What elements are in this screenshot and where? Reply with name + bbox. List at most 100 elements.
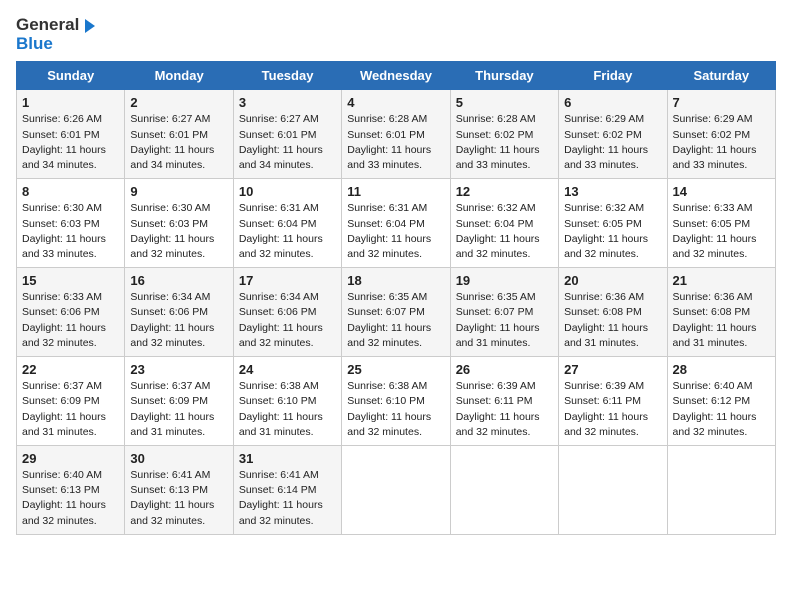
day-header-wednesday: Wednesday	[342, 62, 450, 90]
day-number: 19	[456, 273, 553, 288]
calendar-cell: 14 Sunrise: 6:33 AM Sunset: 6:05 PM Dayli…	[667, 179, 775, 268]
day-number: 8	[22, 184, 119, 199]
day-info: Sunrise: 6:35 AM Sunset: 6:07 PM Dayligh…	[456, 290, 553, 351]
day-info: Sunrise: 6:41 AM Sunset: 6:14 PM Dayligh…	[239, 468, 336, 529]
day-info: Sunrise: 6:34 AM Sunset: 6:06 PM Dayligh…	[239, 290, 336, 351]
day-info: Sunrise: 6:40 AM Sunset: 6:12 PM Dayligh…	[673, 379, 770, 440]
calendar-cell: 28 Sunrise: 6:40 AM Sunset: 6:12 PM Dayli…	[667, 357, 775, 446]
calendar-week-3: 15Sunrise: 6:33 AM Sunset: 6:06 PM Dayli…	[17, 268, 776, 357]
calendar-cell: 10Sunrise: 6:31 AM Sunset: 6:04 PM Dayli…	[233, 179, 341, 268]
day-info: Sunrise: 6:35 AM Sunset: 6:07 PM Dayligh…	[347, 290, 444, 351]
day-info: Sunrise: 6:39 AM Sunset: 6:11 PM Dayligh…	[456, 379, 553, 440]
calendar-cell: 8 Sunrise: 6:30 AM Sunset: 6:03 PM Daylig…	[17, 179, 125, 268]
day-header-friday: Friday	[559, 62, 667, 90]
calendar-cell: 26 Sunrise: 6:39 AM Sunset: 6:11 PM Dayli…	[450, 357, 558, 446]
day-info: Sunrise: 6:28 AM Sunset: 6:01 PM Dayligh…	[347, 112, 444, 173]
calendar-cell: 17Sunrise: 6:34 AM Sunset: 6:06 PM Dayli…	[233, 268, 341, 357]
calendar-cell	[667, 445, 775, 534]
day-number: 7	[673, 95, 770, 110]
day-info: Sunrise: 6:33 AM Sunset: 6:05 PM Dayligh…	[673, 201, 770, 262]
day-number: 24	[239, 362, 336, 377]
day-number: 18	[347, 273, 444, 288]
day-number: 21	[673, 273, 770, 288]
calendar-cell: 19 Sunrise: 6:35 AM Sunset: 6:07 PM Dayli…	[450, 268, 558, 357]
day-info: Sunrise: 6:27 AM Sunset: 6:01 PM Dayligh…	[239, 112, 336, 173]
calendar-cell	[342, 445, 450, 534]
page-header: General Blue	[16, 16, 776, 53]
calendar-table: SundayMondayTuesdayWednesdayThursdayFrid…	[16, 61, 776, 534]
calendar-body: 1 Sunrise: 6:26 AM Sunset: 6:01 PM Daylig…	[17, 90, 776, 534]
day-header-tuesday: Tuesday	[233, 62, 341, 90]
calendar-cell	[450, 445, 558, 534]
calendar-cell: 1 Sunrise: 6:26 AM Sunset: 6:01 PM Daylig…	[17, 90, 125, 179]
calendar-cell: 13 Sunrise: 6:32 AM Sunset: 6:05 PM Dayli…	[559, 179, 667, 268]
day-number: 1	[22, 95, 119, 110]
day-info: Sunrise: 6:31 AM Sunset: 6:04 PM Dayligh…	[239, 201, 336, 262]
calendar-cell: 11Sunrise: 6:31 AM Sunset: 6:04 PM Dayli…	[342, 179, 450, 268]
calendar-week-2: 8 Sunrise: 6:30 AM Sunset: 6:03 PM Daylig…	[17, 179, 776, 268]
day-info: Sunrise: 6:37 AM Sunset: 6:09 PM Dayligh…	[22, 379, 119, 440]
calendar-week-5: 29 Sunrise: 6:40 AM Sunset: 6:13 PM Dayli…	[17, 445, 776, 534]
calendar-cell: 27Sunrise: 6:39 AM Sunset: 6:11 PM Dayli…	[559, 357, 667, 446]
calendar-cell: 24 Sunrise: 6:38 AM Sunset: 6:10 PM Dayli…	[233, 357, 341, 446]
calendar-header-row: SundayMondayTuesdayWednesdayThursdayFrid…	[17, 62, 776, 90]
day-number: 25	[347, 362, 444, 377]
day-number: 3	[239, 95, 336, 110]
calendar-cell: 30Sunrise: 6:41 AM Sunset: 6:13 PM Dayli…	[125, 445, 233, 534]
day-header-thursday: Thursday	[450, 62, 558, 90]
calendar-cell: 16 Sunrise: 6:34 AM Sunset: 6:06 PM Dayli…	[125, 268, 233, 357]
calendar-cell: 9Sunrise: 6:30 AM Sunset: 6:03 PM Daylig…	[125, 179, 233, 268]
day-number: 30	[130, 451, 227, 466]
day-number: 13	[564, 184, 661, 199]
calendar-cell: 29 Sunrise: 6:40 AM Sunset: 6:13 PM Dayli…	[17, 445, 125, 534]
calendar-cell: 15Sunrise: 6:33 AM Sunset: 6:06 PM Dayli…	[17, 268, 125, 357]
day-header-saturday: Saturday	[667, 62, 775, 90]
day-info: Sunrise: 6:38 AM Sunset: 6:10 PM Dayligh…	[239, 379, 336, 440]
calendar-cell: 2Sunrise: 6:27 AM Sunset: 6:01 PM Daylig…	[125, 90, 233, 179]
day-info: Sunrise: 6:30 AM Sunset: 6:03 PM Dayligh…	[22, 201, 119, 262]
day-info: Sunrise: 6:32 AM Sunset: 6:04 PM Dayligh…	[456, 201, 553, 262]
day-info: Sunrise: 6:39 AM Sunset: 6:11 PM Dayligh…	[564, 379, 661, 440]
day-info: Sunrise: 6:40 AM Sunset: 6:13 PM Dayligh…	[22, 468, 119, 529]
day-info: Sunrise: 6:33 AM Sunset: 6:06 PM Dayligh…	[22, 290, 119, 351]
calendar-cell: 12 Sunrise: 6:32 AM Sunset: 6:04 PM Dayli…	[450, 179, 558, 268]
day-number: 28	[673, 362, 770, 377]
day-info: Sunrise: 6:26 AM Sunset: 6:01 PM Dayligh…	[22, 112, 119, 173]
day-number: 16	[130, 273, 227, 288]
day-info: Sunrise: 6:32 AM Sunset: 6:05 PM Dayligh…	[564, 201, 661, 262]
day-info: Sunrise: 6:34 AM Sunset: 6:06 PM Dayligh…	[130, 290, 227, 351]
calendar-cell: 25 Sunrise: 6:38 AM Sunset: 6:10 PM Dayli…	[342, 357, 450, 446]
day-header-monday: Monday	[125, 62, 233, 90]
calendar-cell: 7 Sunrise: 6:29 AM Sunset: 6:02 PM Daylig…	[667, 90, 775, 179]
day-number: 23	[130, 362, 227, 377]
day-info: Sunrise: 6:28 AM Sunset: 6:02 PM Dayligh…	[456, 112, 553, 173]
day-info: Sunrise: 6:29 AM Sunset: 6:02 PM Dayligh…	[564, 112, 661, 173]
day-header-sunday: Sunday	[17, 62, 125, 90]
day-info: Sunrise: 6:36 AM Sunset: 6:08 PM Dayligh…	[564, 290, 661, 351]
day-info: Sunrise: 6:37 AM Sunset: 6:09 PM Dayligh…	[130, 379, 227, 440]
day-info: Sunrise: 6:29 AM Sunset: 6:02 PM Dayligh…	[673, 112, 770, 173]
logo-general: General	[16, 15, 79, 34]
day-number: 26	[456, 362, 553, 377]
calendar-cell: 21 Sunrise: 6:36 AM Sunset: 6:08 PM Dayli…	[667, 268, 775, 357]
calendar-cell: 3 Sunrise: 6:27 AM Sunset: 6:01 PM Daylig…	[233, 90, 341, 179]
calendar-cell: 6 Sunrise: 6:29 AM Sunset: 6:02 PM Daylig…	[559, 90, 667, 179]
day-number: 14	[673, 184, 770, 199]
day-info: Sunrise: 6:31 AM Sunset: 6:04 PM Dayligh…	[347, 201, 444, 262]
day-info: Sunrise: 6:36 AM Sunset: 6:08 PM Dayligh…	[673, 290, 770, 351]
calendar-week-4: 22 Sunrise: 6:37 AM Sunset: 6:09 PM Dayli…	[17, 357, 776, 446]
day-number: 4	[347, 95, 444, 110]
day-number: 29	[22, 451, 119, 466]
day-info: Sunrise: 6:38 AM Sunset: 6:10 PM Dayligh…	[347, 379, 444, 440]
calendar-cell: 23 Sunrise: 6:37 AM Sunset: 6:09 PM Dayli…	[125, 357, 233, 446]
logo: General Blue	[16, 16, 99, 53]
day-number: 9	[130, 184, 227, 199]
calendar-cell: 4 Sunrise: 6:28 AM Sunset: 6:01 PM Daylig…	[342, 90, 450, 179]
day-number: 12	[456, 184, 553, 199]
logo-wordmark: General Blue	[16, 16, 99, 53]
day-number: 6	[564, 95, 661, 110]
calendar-cell: 22 Sunrise: 6:37 AM Sunset: 6:09 PM Dayli…	[17, 357, 125, 446]
day-number: 22	[22, 362, 119, 377]
calendar-cell: 31Sunrise: 6:41 AM Sunset: 6:14 PM Dayli…	[233, 445, 341, 534]
logo-arrow-icon	[81, 17, 99, 35]
